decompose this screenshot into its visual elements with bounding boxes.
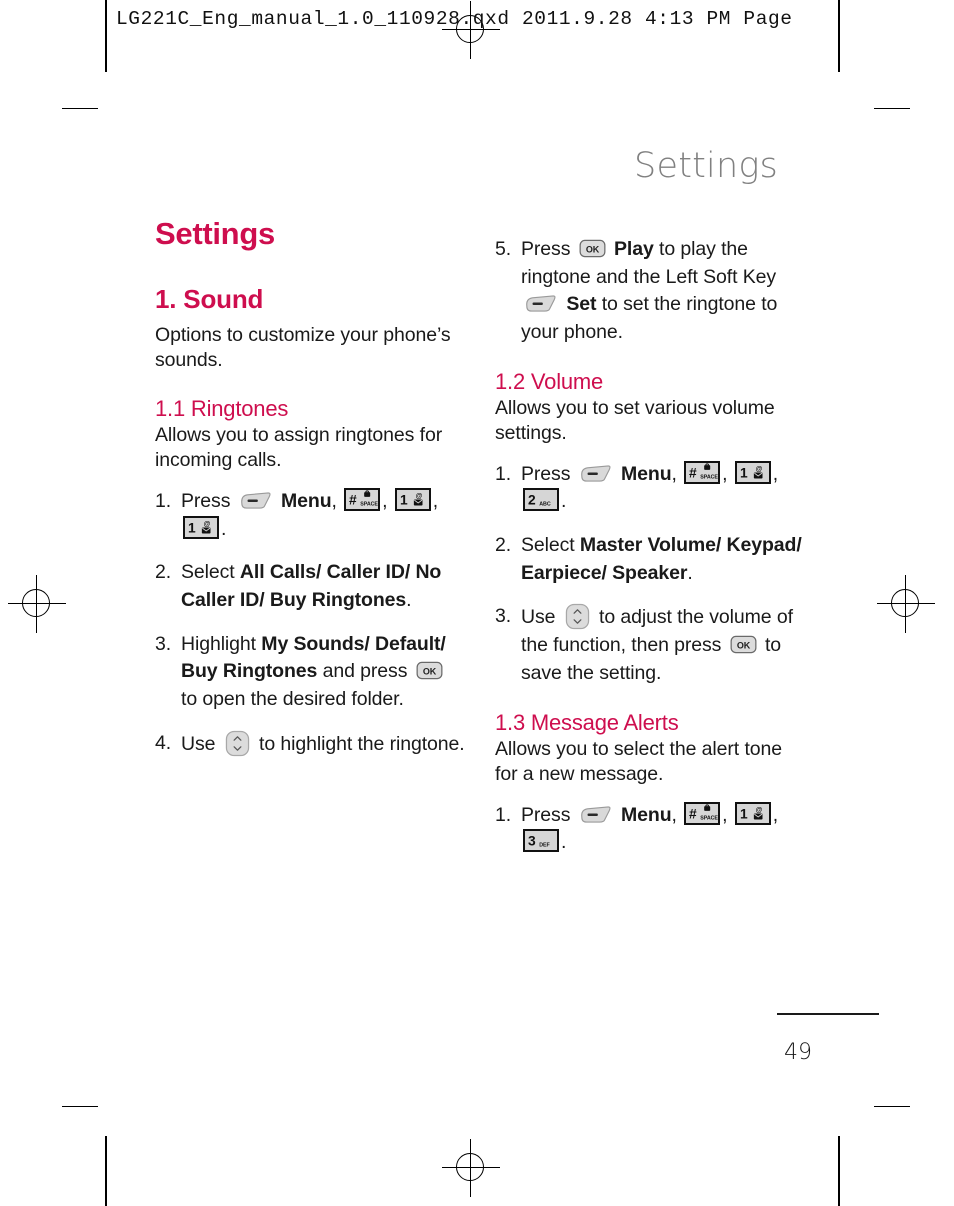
left-column: Settings 1. Sound Options to customize y…	[155, 216, 465, 873]
steps-ringtones-continued: 5. Press OK Play to play the ringtone and…	[495, 236, 805, 347]
key-hash-space-icon: # SPACE	[684, 801, 721, 825]
step-item: 1. Press Menu, # SPACE, 1 @, 2 ABC.	[495, 460, 779, 513]
svg-text:OK: OK	[586, 244, 600, 254]
step-number: 5.	[495, 238, 512, 260]
key-1-at-icon: 1 @	[183, 515, 219, 539]
svg-text:SPACE: SPACE	[360, 501, 378, 507]
step-item: 2. Select Master Volume/ Keypad/ Earpiece…	[495, 534, 802, 584]
ok-key-icon: OK	[730, 635, 757, 654]
svg-text:DEF: DEF	[539, 843, 550, 849]
nav-key-icon	[565, 603, 590, 630]
step-number: 4.	[155, 731, 172, 754]
svg-text:2: 2	[528, 492, 536, 508]
ok-key-icon: OK	[579, 239, 606, 258]
key-hash-space-icon: # SPACE	[344, 487, 381, 511]
key-2-abc-icon: 2 ABC	[523, 488, 559, 512]
section-intro-sound: Options to customize your phone’s sounds…	[155, 324, 451, 372]
section-title-sound: 1. Sound	[155, 283, 264, 314]
chapter-title: Settings	[155, 216, 275, 251]
step-item: 3. Use to adjust the volume of the functi…	[495, 603, 793, 684]
ok-key-icon: OK	[416, 661, 443, 680]
prepress-right-rule	[838, 0, 840, 72]
soft-key-icon	[239, 491, 273, 510]
svg-text:OK: OK	[423, 667, 437, 677]
svg-text:#: #	[689, 464, 697, 480]
soft-key-icon	[579, 805, 613, 824]
page-number-rule	[777, 1013, 879, 1015]
svg-text:#: #	[689, 805, 697, 821]
crop-mark-top-left	[62, 108, 98, 109]
step-emphasis: Master Volume/ Keypad/ Earpiece/ Speaker	[521, 534, 802, 584]
key-1-at-icon: 1 @	[394, 487, 431, 511]
step-emphasis: Menu	[275, 489, 332, 512]
step-item: 4. Use to highlight the ringtone.	[155, 730, 465, 759]
step-number: 2.	[155, 561, 172, 584]
subsection-intro-message-alerts: Allows you to select the alert tone for …	[495, 737, 782, 786]
soft-key-icon	[579, 464, 613, 483]
prepress-bottom-left-rule	[105, 1136, 107, 1206]
svg-text:@: @	[415, 493, 422, 500]
step-emphasis: Play	[608, 238, 654, 260]
step-emphasis: Menu	[615, 803, 672, 826]
svg-text:@: @	[755, 806, 762, 813]
running-head: Settings	[634, 146, 778, 186]
svg-text:SPACE: SPACE	[700, 815, 718, 821]
steps-ringtones: 1. Press Menu, # SPACE, 1 @, 1 @. 2. Select Al…	[155, 487, 465, 759]
crop-mark-top-right	[874, 108, 910, 109]
step-number: 3.	[495, 605, 512, 628]
step-emphasis: All Calls/ Caller ID/ No Caller ID/ Buy …	[181, 561, 442, 611]
svg-text:SPACE: SPACE	[700, 474, 718, 480]
step-item: 5. Press OK Play to play the ringtone and…	[495, 238, 778, 344]
registration-mark-left	[8, 575, 66, 633]
svg-text:1: 1	[188, 519, 196, 535]
svg-text:3: 3	[528, 833, 536, 849]
svg-text:1: 1	[400, 491, 408, 507]
key-3-def-icon: 3 DEF	[523, 829, 559, 853]
svg-text:OK: OK	[736, 640, 750, 650]
crop-mark-bottom-left	[62, 1106, 98, 1107]
step-item: 3. Highlight My Sounds/ Default/ Buy Ring…	[155, 632, 446, 710]
step-number: 1.	[495, 462, 512, 485]
step-number: 1.	[495, 803, 512, 826]
key-1-at-icon: 1 @	[734, 801, 771, 825]
crop-mark-bottom-right	[874, 1106, 910, 1107]
prepress-filename-header: LG221C_Eng_manual_1.0_110928.qxd 2011.9.…	[116, 8, 793, 30]
key-1-at-icon: 1 @	[734, 460, 771, 484]
step-emphasis: My Sounds/ Default/ Buy Ringtones	[181, 632, 446, 683]
steps-volume: 1. Press Menu, # SPACE, 1 @, 2 ABC. 2. Select …	[495, 460, 805, 688]
svg-text:@: @	[755, 466, 762, 473]
step-number: 2.	[495, 534, 512, 557]
page-number: 49	[784, 1040, 812, 1065]
subsection-intro-ringtones: Allows you to assign ringtones for incom…	[155, 424, 443, 472]
subsection-title-volume: 1.2 Volume	[495, 368, 604, 394]
prepress-left-rule	[105, 0, 107, 72]
subsection-title-message-alerts: 1.3 Message Alerts	[495, 709, 679, 735]
right-column: 5. Press OK Play to play the ringtone and…	[495, 218, 805, 873]
registration-mark-bottom	[442, 1139, 500, 1197]
svg-text:ABC: ABC	[539, 502, 551, 508]
step-emphasis: Menu	[615, 462, 672, 485]
step-item: 2. Select All Calls/ Caller ID/ No Caller…	[155, 561, 442, 611]
step-item: 1. Press Menu, # SPACE, 1 @, 3 DEF.	[495, 801, 779, 854]
svg-text:1: 1	[740, 805, 748, 821]
key-hash-space-icon: # SPACE	[684, 460, 721, 484]
nav-key-icon	[225, 730, 250, 757]
step-number: 1.	[155, 489, 172, 512]
steps-message-alerts: 1. Press Menu, # SPACE, 1 @, 3 DEF.	[495, 801, 805, 857]
step-item: 1. Press Menu, # SPACE, 1 @, 1 @.	[155, 487, 439, 540]
step-number: 3.	[155, 632, 172, 655]
step-emphasis: Set	[561, 293, 597, 316]
page-body: Settings 1. Sound Options to customize y…	[155, 216, 805, 873]
prepress-bottom-right-rule	[838, 1136, 840, 1206]
soft-key-icon	[524, 294, 558, 313]
svg-text:#: #	[349, 491, 357, 507]
subsection-title-ringtones: 1.1 Ringtones	[155, 395, 289, 421]
svg-text:@: @	[204, 520, 211, 527]
svg-text:1: 1	[740, 464, 748, 480]
subsection-intro-volume: Allows you to set various volume setting…	[495, 397, 775, 445]
registration-mark-right	[877, 575, 935, 633]
